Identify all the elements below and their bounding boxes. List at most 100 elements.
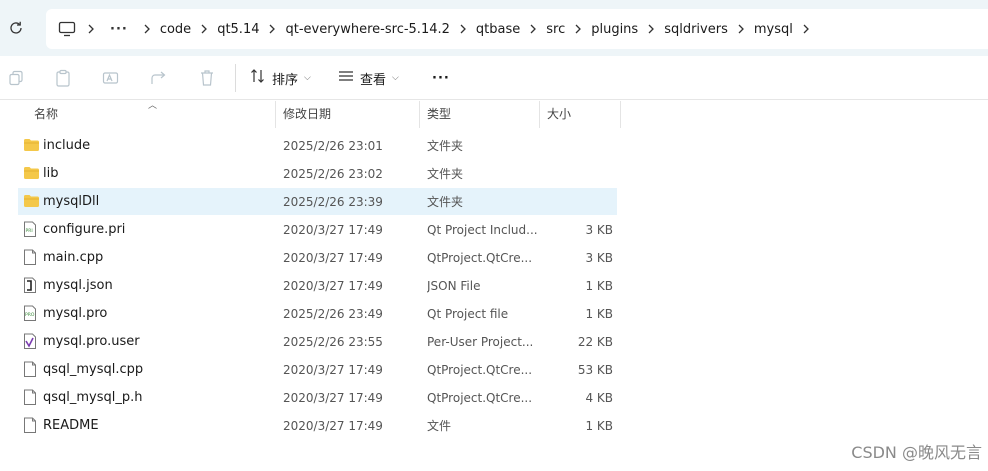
file-icon: [23, 417, 40, 434]
file-size: 3 KB: [585, 250, 613, 265]
file-type: QtProject.QtCre...: [427, 390, 533, 405]
file-row[interactable]: qsql_mysql_p.h 2020/3/27 17:49 QtProject.Q…: [18, 384, 617, 411]
file-size: 1 KB: [585, 418, 613, 433]
chevron-right-icon[interactable]: [450, 24, 476, 34]
more-options-button[interactable]: ···: [432, 66, 450, 90]
file-name[interactable]: mysql.pro.user: [43, 334, 140, 349]
file-row[interactable]: mysql.pro.user 2025/2/26 23:55 Per-User Pr…: [18, 328, 617, 355]
file-date: 2025/2/26 23:49: [283, 306, 383, 321]
file-type: QtProject.QtCre...: [427, 250, 533, 265]
file-type: Qt Project file: [427, 306, 509, 321]
file-date: 2025/2/26 23:39: [283, 194, 383, 209]
column-header-row: ︿ 名称 修改日期 类型 大小: [0, 101, 988, 128]
file-size: 53 KB: [577, 362, 613, 377]
breadcrumb-item[interactable]: src: [546, 22, 565, 37]
file-row[interactable]: main.cpp 2020/3/27 17:49 QtProject.QtCre..…: [18, 244, 617, 271]
file-type: Per-User Project...: [427, 334, 534, 349]
delete-icon[interactable]: [195, 66, 219, 90]
view-button[interactable]: 查看 ⌵: [338, 66, 399, 90]
toolbar-divider: [235, 64, 236, 92]
chevron-right-icon[interactable]: [728, 24, 754, 34]
file-row[interactable]: mysql.json 2020/3/27 17:49 JSON File 1 KB: [18, 272, 617, 299]
chevron-right-icon[interactable]: [259, 24, 285, 34]
breadcrumb-item[interactable]: sqldrivers: [664, 22, 728, 37]
file-row[interactable]: PRI configure.pri 2020/3/27 17:49 Qt Projec…: [18, 216, 617, 243]
breadcrumb-separator[interactable]: [78, 24, 104, 34]
breadcrumb-item[interactable]: mysql: [754, 22, 793, 37]
paste-icon[interactable]: [51, 66, 75, 90]
file-row[interactable]: include 2025/2/26 23:01 文件夹: [18, 132, 617, 159]
file-name[interactable]: qsql_mysql.cpp: [43, 362, 143, 377]
file-name[interactable]: README: [43, 418, 99, 433]
file-date: 2025/2/26 23:02: [283, 166, 383, 181]
column-header-type[interactable]: 类型: [420, 101, 540, 128]
address-bar[interactable]: ··· code qt5.14 qt-everywhere-src-5.14.2 qt…: [46, 9, 988, 49]
folder-icon: [23, 137, 40, 154]
breadcrumb-item[interactable]: qt-everywhere-src-5.14.2: [285, 22, 449, 37]
file-icon: [23, 361, 40, 378]
command-toolbar: 排序 ⌵ 查看 ⌵ ···: [0, 56, 988, 100]
sort-icon: [250, 68, 266, 88]
view-label: 查看: [360, 72, 387, 88]
file-row[interactable]: mysqlDll 2025/2/26 23:39 文件夹: [18, 188, 617, 215]
file-icon: [23, 389, 40, 406]
copy-icon[interactable]: [4, 66, 28, 90]
file-date: 2025/2/26 23:55: [283, 334, 383, 349]
file-date: 2020/3/27 17:49: [283, 250, 383, 265]
breadcrumb-item[interactable]: qt5.14: [217, 22, 259, 37]
file-date: 2020/3/27 17:49: [283, 362, 383, 377]
file-name[interactable]: configure.pri: [43, 222, 125, 237]
column-header-date[interactable]: 修改日期: [276, 101, 420, 128]
sort-button[interactable]: 排序 ⌵: [250, 66, 311, 90]
file-name[interactable]: lib: [43, 166, 58, 181]
chevron-right-icon[interactable]: [793, 24, 819, 34]
json-file-icon: [23, 277, 40, 294]
chevron-right-icon[interactable]: [565, 24, 591, 34]
share-icon[interactable]: [147, 66, 171, 90]
chevron-right-icon[interactable]: [134, 24, 160, 34]
watermark: CSDN @晚风无言: [851, 443, 982, 462]
file-type: 文件夹: [427, 139, 464, 153]
rename-icon[interactable]: [99, 66, 123, 90]
file-size: 22 KB: [577, 334, 613, 349]
file-name[interactable]: mysql.json: [43, 278, 113, 293]
chevron-right-icon[interactable]: [520, 24, 546, 34]
file-date: 2025/2/26 23:01: [283, 138, 383, 153]
svg-text:PRI: PRI: [26, 228, 33, 234]
column-header-name[interactable]: 名称: [18, 101, 276, 128]
file-type: Qt Project Includ...: [427, 222, 538, 237]
breadcrumb-more[interactable]: ···: [104, 22, 134, 37]
file-date: 2020/3/27 17:49: [283, 418, 383, 433]
breadcrumb-item[interactable]: code: [160, 22, 191, 37]
chevron-down-icon: ⌵: [304, 73, 311, 83]
file-row[interactable]: PRO mysql.pro 2025/2/26 23:49 Qt Project fi…: [18, 300, 617, 327]
pro-file-icon: PRO: [23, 305, 40, 322]
file-type: QtProject.QtCre...: [427, 362, 533, 377]
file-size: 3 KB: [585, 222, 613, 237]
chevron-right-icon[interactable]: [638, 24, 664, 34]
file-row[interactable]: qsql_mysql.cpp 2020/3/27 17:49 QtProject.Q…: [18, 356, 617, 383]
chevron-right-icon[interactable]: [191, 24, 217, 34]
view-icon: [338, 69, 354, 87]
file-date: 2020/3/27 17:49: [283, 390, 383, 405]
file-size: 4 KB: [585, 390, 613, 405]
file-row[interactable]: lib 2025/2/26 23:02 文件夹: [18, 160, 617, 187]
breadcrumb-item[interactable]: plugins: [591, 22, 638, 37]
file-name[interactable]: main.cpp: [43, 250, 103, 265]
file-row[interactable]: README 2020/3/27 17:49 文件 1 KB: [18, 412, 617, 439]
file-type: 文件: [427, 419, 452, 433]
this-pc-icon[interactable]: [56, 18, 78, 40]
file-name[interactable]: mysql.pro: [43, 306, 107, 321]
address-bar-row: ··· code qt5.14 qt-everywhere-src-5.14.2 qt…: [0, 0, 988, 56]
breadcrumb-item[interactable]: qtbase: [476, 22, 520, 37]
user-file-icon: [23, 333, 40, 350]
file-name[interactable]: mysqlDll: [43, 194, 99, 209]
file-date: 2020/3/27 17:49: [283, 222, 383, 237]
refresh-icon[interactable]: [6, 18, 26, 38]
sort-label: 排序: [272, 72, 299, 88]
file-name[interactable]: qsql_mysql_p.h: [43, 390, 143, 405]
pri-file-icon: PRI: [23, 221, 40, 238]
file-type: JSON File: [427, 278, 481, 293]
file-name[interactable]: include: [43, 138, 90, 153]
column-header-size[interactable]: 大小: [540, 101, 621, 128]
